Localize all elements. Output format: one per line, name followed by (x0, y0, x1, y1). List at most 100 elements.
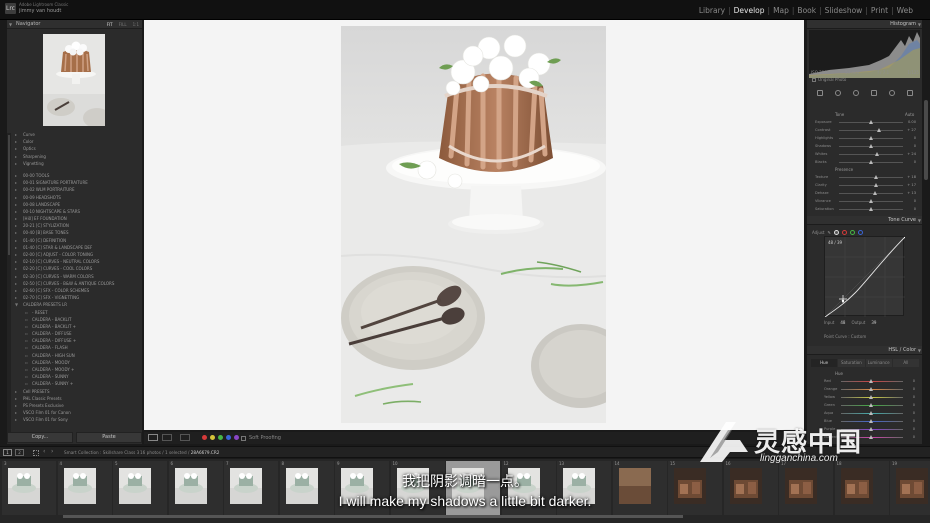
hsl-handle[interactable] (869, 395, 873, 399)
left-panel-scrollbar[interactable] (7, 133, 11, 443)
histogram-header[interactable]: Histogram ▼ (807, 20, 922, 29)
preset-folder[interactable]: ▸ 00-01 SIGNATURE PORTRAITURE (15, 179, 141, 186)
slider-handle[interactable] (869, 144, 873, 148)
preset-folder[interactable]: ▸ 02-70 [C] SFX - VIGNETTING (15, 294, 141, 301)
preset-folder[interactable]: ▸ 02-60 [C] SFX - COLOR SCHEMES (15, 287, 141, 294)
preset-item[interactable]: ▫ CALDERA - DIFFUSE + (15, 337, 141, 344)
slider-value[interactable]: 0 (914, 143, 916, 149)
preset-folder[interactable]: ▸ VSCO Film 01 for Sony (15, 416, 141, 423)
preset-folder[interactable]: ▸ 02-50 [C] CURVES - B&W & ANTIQUE COLORS (15, 280, 141, 287)
panel-section-item[interactable]: ▸ Curve (15, 131, 141, 138)
preset-item[interactable]: ▫ CALDERA - BACKLIT (15, 316, 141, 323)
preset-folder[interactable]: ▸ 01-40 [C] STAR & LANDSCAPE DEF (15, 244, 141, 251)
collapse-triangle-icon[interactable]: ▼ (918, 218, 921, 223)
slider-track[interactable] (839, 193, 903, 194)
crop-tool-icon[interactable] (817, 90, 823, 96)
preset-folder[interactable]: ▸ 01-40 [C] DEFINITION (15, 237, 141, 244)
preset-item[interactable]: ▫ CALDERA - DIFFUSE (15, 330, 141, 337)
module-book[interactable]: Book (794, 6, 819, 15)
slider-value[interactable]: 0 (914, 198, 916, 204)
preset-folder[interactable]: ▸ 00-10 NIGHTSCAPE & STARS (15, 208, 141, 215)
preset-item[interactable]: ▫ CALDERA - HIGH SUN (15, 352, 141, 359)
module-develop[interactable]: Develop (731, 6, 768, 15)
hsl-value[interactable]: 0 (913, 378, 915, 385)
point-curve-select[interactable]: Point Curve : Custom (824, 334, 866, 339)
auto-tone-button[interactable]: Auto (905, 112, 914, 117)
preset-folder[interactable]: ▸ 20-21 [C] STYLIZATION (15, 222, 141, 229)
preset-item[interactable]: ▫ CALDERA - FLASH (15, 344, 141, 351)
tone-curve-header[interactable]: Tone Curve ▼ (807, 216, 922, 225)
soft-proofing-toggle[interactable]: Soft Proofing (241, 435, 281, 441)
zoom-1-1[interactable]: 1:1 (133, 22, 139, 27)
channel-green-dot[interactable] (849, 230, 855, 235)
preset-item[interactable]: ▫ CALDERA - SUNNY + (15, 380, 141, 387)
back-arrow-icon[interactable]: ‹ (43, 448, 45, 455)
preset-folder[interactable]: ▸ 02-30 [C] CURVES - WARM COLORS (15, 273, 141, 280)
forward-arrow-icon[interactable]: › (51, 448, 53, 455)
zoom-fit[interactable]: FIT (107, 22, 113, 27)
xy-view-icon[interactable] (162, 434, 172, 441)
paste-button[interactable]: Paste (76, 432, 142, 443)
module-slideshow[interactable]: Slideshow (822, 6, 866, 15)
preset-item[interactable]: ▫ CALDERA - MOODY + (15, 366, 141, 373)
color-label-dot[interactable] (226, 435, 231, 440)
preset-folder[interactable]: ▸ PS Presets Exclusive (15, 402, 141, 409)
color-label-dot[interactable] (210, 435, 215, 440)
preset-folder[interactable]: ▸ 00-08 LANDSCAPE (15, 201, 141, 208)
hsl-header[interactable]: HSL / Color ▼ (807, 346, 922, 355)
hsl-value[interactable]: 0 (913, 386, 915, 393)
copy-button[interactable]: Copy... (7, 432, 73, 443)
hsl-value[interactable]: 0 (913, 394, 915, 401)
radial-filter-icon[interactable] (889, 90, 895, 96)
slider-handle[interactable] (869, 199, 873, 203)
slider-value[interactable]: + 17 (907, 182, 916, 188)
collapse-triangle-icon[interactable]: ▼ (918, 22, 921, 27)
preset-folder[interactable]: ▸ VSCO Film 01 for Canon (15, 409, 141, 416)
primary-display-icon[interactable]: 1 (3, 449, 12, 456)
slider-track[interactable] (839, 185, 903, 186)
tab-saturation[interactable]: Saturation (838, 359, 865, 367)
tab-luminance[interactable]: Luminance (865, 359, 892, 367)
slider-track[interactable] (839, 130, 903, 131)
collapse-triangle-icon[interactable]: ▼ (9, 22, 12, 27)
slider-value[interactable]: 0 (914, 135, 916, 141)
channel-red-dot[interactable] (841, 230, 847, 235)
preset-folder[interactable]: ▸ 02-00 [C] ADJUST - COLOR TONING (15, 251, 141, 258)
adjustment-brush-icon[interactable] (907, 90, 913, 96)
filmstrip-source[interactable]: Smart Collection : Skillshare Class 3 (64, 450, 139, 455)
grid-view-icon[interactable] (33, 450, 39, 456)
slider-handle[interactable] (869, 136, 873, 140)
slider-value[interactable]: + 13 (907, 190, 916, 196)
slider-value[interactable]: + 24 (907, 151, 916, 157)
filmstrip-scrollbar[interactable] (63, 515, 683, 518)
zoom-fill[interactable]: FILL (119, 22, 127, 27)
preset-item[interactable]: ▫ CALDERA - SUNNY (15, 373, 141, 380)
color-label-dot[interactable] (218, 435, 223, 440)
image-canvas[interactable] (144, 20, 804, 430)
module-web[interactable]: Web (894, 6, 916, 15)
slider-handle[interactable] (876, 128, 881, 132)
hsl-value[interactable]: 0 (913, 410, 915, 417)
preset-folder[interactable]: ▸ 02-10 [C] CURVES - NEUTRAL COLORS (15, 258, 141, 265)
hsl-handle[interactable] (869, 387, 873, 391)
color-label-dot[interactable] (234, 435, 239, 440)
slider-value[interactable]: 0.00 (908, 119, 916, 125)
preset-folder[interactable]: ▸ 02-20 [C] CURVES - COOL COLORS (15, 265, 141, 272)
module-map[interactable]: Map (770, 6, 792, 15)
navigator-preview[interactable] (43, 34, 105, 126)
channel-blue-dot[interactable] (857, 230, 863, 235)
hsl-handle[interactable] (869, 411, 873, 415)
preset-folder[interactable]: ▸ 00-02 WLM PORTRAITURE (15, 186, 141, 193)
hsl-value[interactable]: 0 (913, 402, 915, 409)
checkbox-icon[interactable] (812, 77, 816, 82)
slider-value[interactable]: 0 (914, 159, 916, 165)
panel-section-item[interactable]: ▸ Sharpening (15, 153, 141, 160)
collapse-triangle-icon[interactable]: ▼ (918, 348, 921, 353)
slider-value[interactable]: + 27 (907, 127, 916, 133)
loupe-view-icon[interactable] (148, 434, 158, 441)
slider-handle[interactable] (874, 175, 879, 179)
tab-hue[interactable]: Hue (811, 359, 838, 367)
tone-curve-graph[interactable]: 48 / 39 (824, 235, 907, 318)
channel-rgb-dot[interactable] (833, 230, 839, 235)
secondary-display-icon[interactable]: 2 (15, 449, 24, 456)
